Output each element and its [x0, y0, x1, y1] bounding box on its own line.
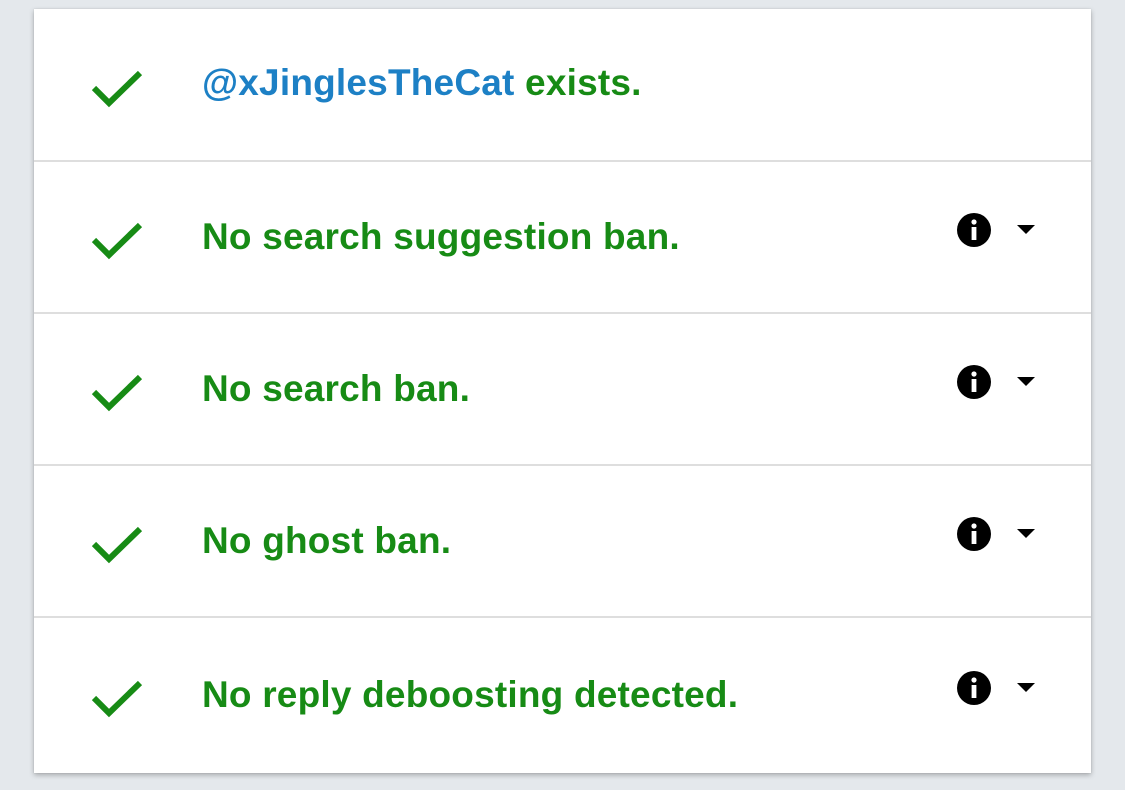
result-row-search-ban: No search ban.	[34, 314, 1091, 466]
result-row-exists: @xJinglesTheCat exists.	[34, 9, 1091, 162]
result-row-search-suggestion-ban: No search suggestion ban.	[34, 162, 1091, 314]
check-icon	[90, 373, 146, 413]
result-label: exists.	[514, 61, 642, 103]
result-row-reply-deboosting: No reply deboosting detected.	[34, 618, 1091, 771]
chevron-down-icon[interactable]	[1016, 681, 1036, 693]
result-row-ghost-ban: No ghost ban.	[34, 466, 1091, 618]
result-label: No ghost ban.	[202, 520, 452, 561]
chevron-down-icon[interactable]	[1016, 375, 1036, 387]
check-icon	[90, 679, 146, 719]
info-icon[interactable]	[956, 670, 992, 706]
check-icon	[90, 221, 146, 261]
result-text: @xJinglesTheCat exists.	[202, 62, 642, 104]
result-label: No reply deboosting detected.	[202, 673, 739, 715]
check-icon	[90, 525, 146, 565]
info-icon[interactable]	[956, 212, 992, 248]
username-link[interactable]: @xJinglesTheCat	[202, 62, 515, 103]
results-card: @xJinglesTheCat exists. No search sugges…	[34, 9, 1091, 773]
chevron-down-icon[interactable]	[1016, 223, 1036, 235]
chevron-down-icon[interactable]	[1016, 527, 1036, 539]
info-icon[interactable]	[956, 364, 992, 400]
result-label: No search ban.	[202, 368, 471, 409]
info-icon[interactable]	[956, 516, 992, 552]
result-label: No search suggestion ban.	[202, 216, 680, 257]
check-icon	[90, 69, 146, 109]
